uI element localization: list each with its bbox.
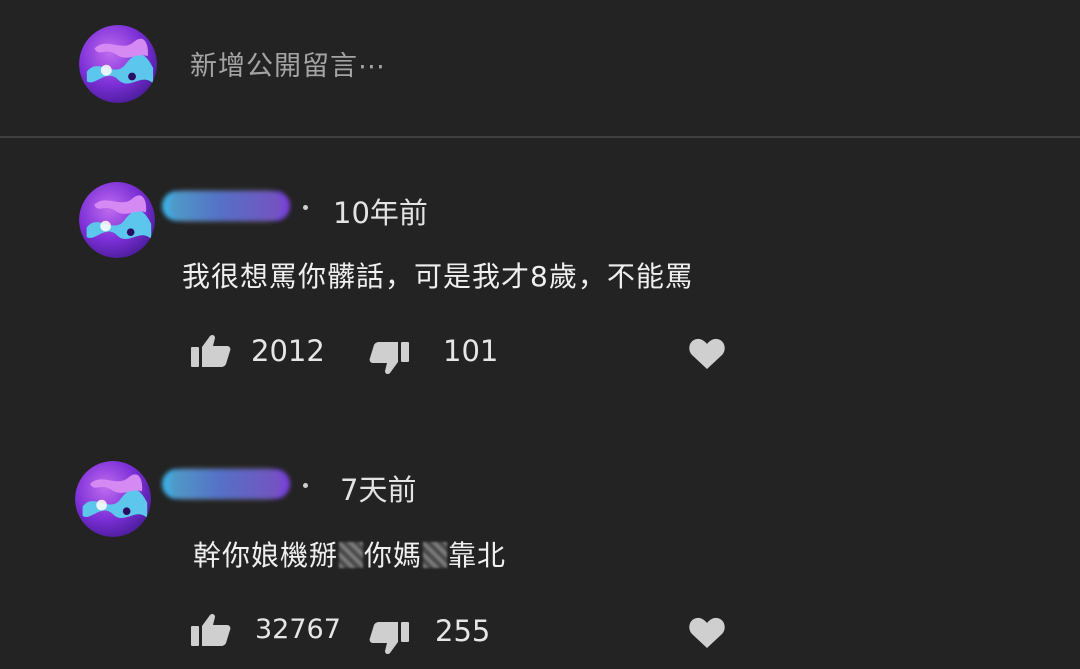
thumbs-down-icon [369,622,409,655]
current-user-avatar[interactable] [79,25,157,103]
thumbs-up-icon [191,613,231,646]
commenter-avatar[interactable] [79,182,155,258]
comment-text-part: 你媽 [364,539,423,572]
comment-input[interactable]: 新增公開留言⋯ [190,44,386,83]
username-redacted[interactable] [162,467,290,501]
avatar-icon [79,25,157,103]
heart-icon [689,338,725,369]
like-count: 32767 [255,614,341,645]
divider [0,136,1080,138]
dislike-button[interactable] [368,340,410,376]
avatar-icon [79,182,155,258]
comment-text: 我很想罵你髒話，可是我才8歲，不能罵 [182,260,694,293]
censored-char [339,542,364,568]
thumbs-down-icon [369,342,409,375]
heart-icon [689,617,725,648]
dislike-count: 255 [435,614,491,648]
thumbs-up-icon [191,334,231,367]
separator-dot [303,205,308,210]
username-redacted[interactable] [162,189,290,223]
add-comment-row: 新增公開留言⋯ [0,0,1080,136]
comments-page: 新增公開留言⋯ 10年前 我很想罵你髒話，可是我才8歲，不能罵 2012 101… [0,0,1080,669]
avatar-icon [75,461,151,537]
like-button[interactable] [190,333,232,369]
separator-dot [303,483,308,488]
heart-button[interactable] [688,337,726,371]
comment-timestamp[interactable]: 10年前 [333,190,428,232]
like-count: 2012 [251,334,325,368]
comment-text: 幹你娘機掰 你媽 靠北 [193,534,506,574]
comment-text-part: 幹你娘機掰 [193,539,339,572]
comment-text-part: 靠北 [448,539,507,572]
like-button[interactable] [190,612,232,648]
heart-button[interactable] [688,616,726,650]
commenter-avatar[interactable] [75,461,151,537]
censored-char [423,542,448,568]
dislike-button[interactable] [368,620,410,656]
comment-timestamp[interactable]: 7天前 [340,467,416,509]
dislike-count: 101 [443,334,499,368]
